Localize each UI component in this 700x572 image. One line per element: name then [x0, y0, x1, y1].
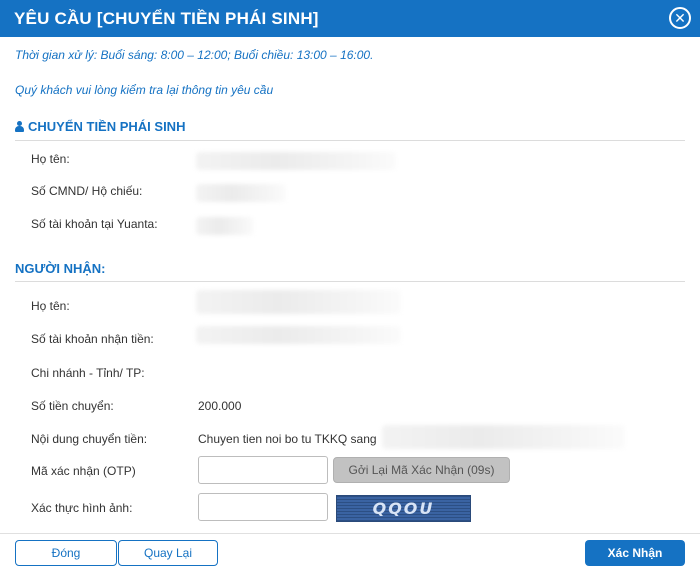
sender-divider	[15, 140, 685, 141]
otp-input[interactable]	[198, 456, 328, 484]
sender-name-label: Họ tên:	[31, 152, 70, 166]
sender-id-value-redacted	[196, 184, 286, 202]
sender-account-value-redacted	[196, 217, 254, 235]
dialog-title: YÊU CẦU [CHUYỂN TIỀN PHÁI SINH]	[14, 9, 319, 28]
captcha-image: QQOU	[336, 495, 471, 522]
sender-section-heading: CHUYỂN TIỀN PHÁI SINH	[15, 119, 185, 134]
amount-label: Số tiền chuyển:	[31, 399, 114, 413]
transfer-content-value: Chuyen tien noi bo tu TKKQ sang	[198, 432, 377, 446]
close-icon[interactable]: ✕	[669, 7, 691, 29]
receiver-account-label: Số tài khoản nhận tiền:	[31, 332, 154, 346]
transfer-content-label: Nội dung chuyển tiền:	[31, 432, 148, 446]
receiver-name-value-redacted	[196, 290, 401, 314]
processing-time-note: Thời gian xử lý: Buổi sáng: 8:00 – 12:00…	[15, 48, 374, 62]
receiver-divider	[15, 281, 685, 282]
receiver-account-value-redacted	[196, 326, 401, 344]
captcha-label: Xác thực hình ảnh:	[31, 501, 133, 515]
back-button[interactable]: Quay Lại	[118, 540, 218, 566]
dialog-header: YÊU CẦU [CHUYỂN TIỀN PHÁI SINH] ✕	[0, 0, 700, 37]
check-info-note: Quý khách vui lòng kiểm tra lại thông ti…	[15, 83, 274, 97]
sender-name-value-redacted	[196, 152, 396, 170]
otp-label: Mã xác nhận (OTP)	[31, 464, 136, 478]
receiver-name-label: Họ tên:	[31, 299, 70, 313]
close-button[interactable]: Đóng	[15, 540, 117, 566]
transfer-content-redacted	[382, 425, 625, 449]
captcha-input[interactable]	[198, 493, 328, 521]
receiver-section-heading: NGƯỜI NHẬN:	[15, 261, 106, 276]
receiver-branch-label: Chi nhánh - Tỉnh/ TP:	[31, 366, 145, 380]
user-icon	[15, 121, 24, 132]
captcha-image-text: QQOU	[372, 499, 435, 518]
amount-value: 200.000	[198, 399, 242, 413]
footer-divider	[0, 533, 700, 534]
sender-heading-text: CHUYỂN TIỀN PHÁI SINH	[28, 119, 186, 134]
resend-otp-button[interactable]: Gởi Lại Mã Xác Nhận (09s)	[333, 457, 510, 483]
sender-id-label: Số CMND/ Hộ chiếu:	[31, 184, 143, 198]
confirm-button[interactable]: Xác Nhận	[585, 540, 685, 566]
sender-account-label: Số tài khoản tại Yuanta:	[31, 217, 158, 231]
